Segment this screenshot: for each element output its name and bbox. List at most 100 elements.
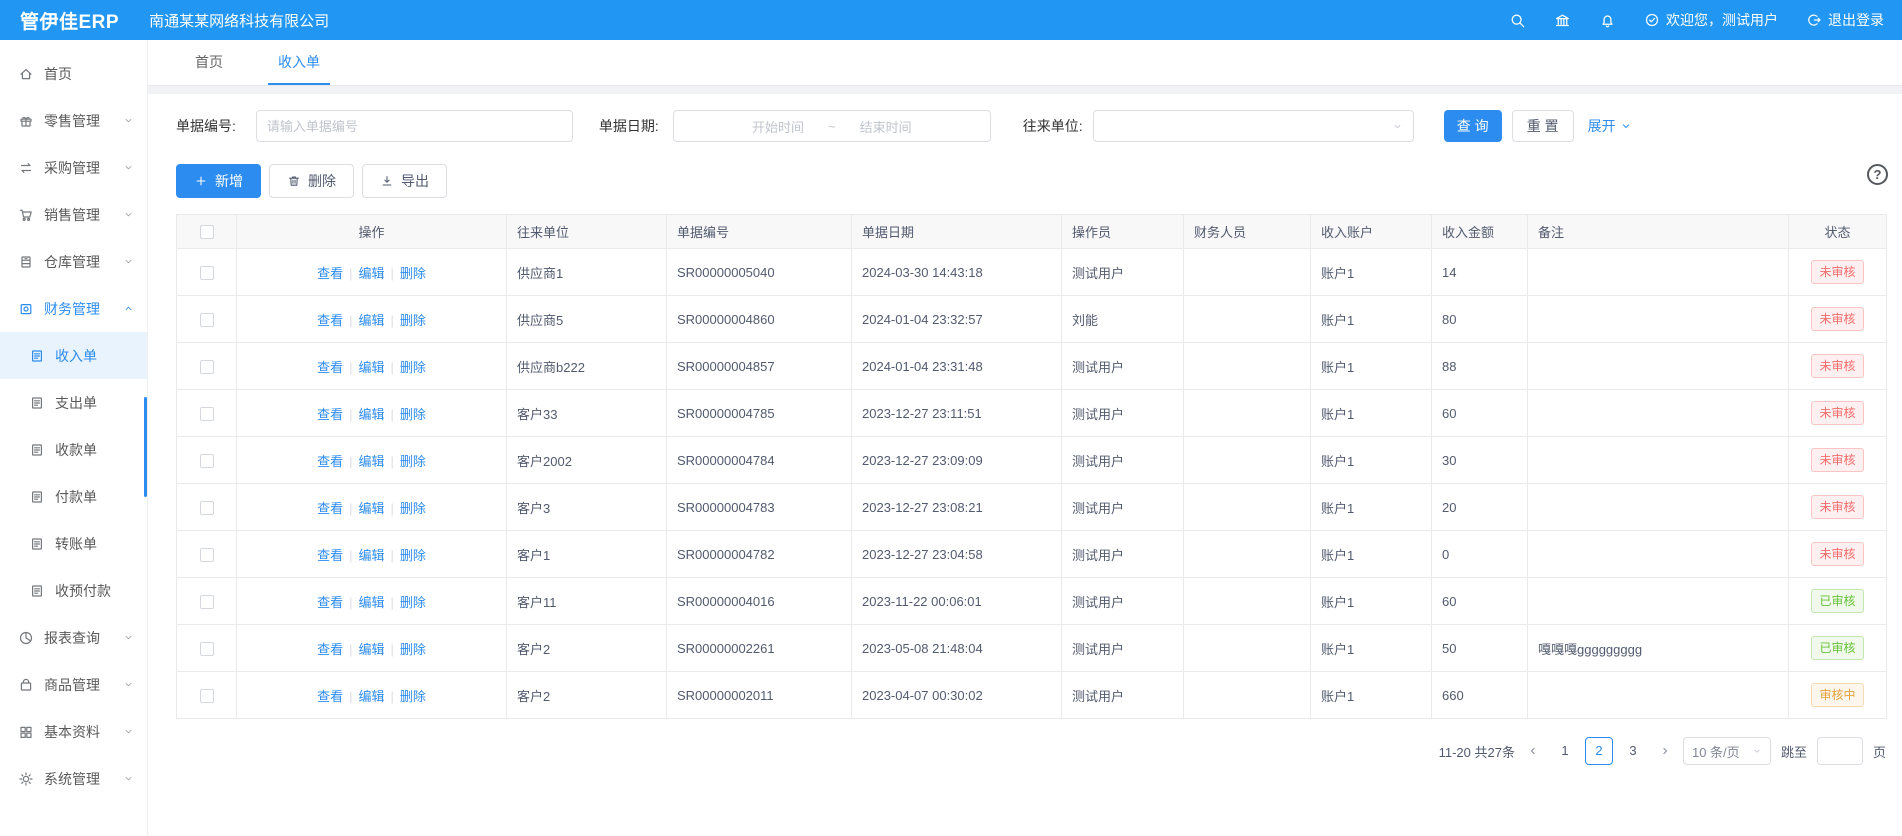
sidebar-item-basic-data[interactable]: 基本资料 xyxy=(0,708,147,755)
search-icon[interactable] xyxy=(1509,12,1526,29)
prev-page-icon[interactable] xyxy=(1525,745,1541,757)
sidebar-item-expense-bill[interactable]: 支出单 xyxy=(0,379,147,426)
tab-收入单[interactable]: 收入单 xyxy=(268,40,330,85)
sidebar-item-home[interactable]: 首页 xyxy=(0,50,147,97)
bell-icon[interactable] xyxy=(1599,12,1616,29)
table-row: 查看|编辑|删除供应商1SR000000050402024-03-30 14:4… xyxy=(177,249,1887,296)
view-link[interactable]: 查看 xyxy=(317,595,343,610)
column-header: 财务人员 xyxy=(1184,215,1311,249)
sidebar-item-reports[interactable]: 报表查询 xyxy=(0,614,147,661)
bank-icon[interactable] xyxy=(1554,12,1571,29)
view-link[interactable]: 查看 xyxy=(317,407,343,422)
date-range-picker[interactable]: 开始时间 ~ 结束时间 xyxy=(673,110,991,142)
edit-link[interactable]: 编辑 xyxy=(358,454,384,469)
partner-select[interactable] xyxy=(1093,110,1414,142)
delete-link[interactable]: 删除 xyxy=(400,642,426,657)
sidebar-item-retail[interactable]: 零售管理 xyxy=(0,97,147,144)
delete-link[interactable]: 删除 xyxy=(400,407,426,422)
sidebar-item-system[interactable]: 系统管理 xyxy=(0,755,147,802)
row-checkbox[interactable] xyxy=(200,595,214,609)
edit-link[interactable]: 编辑 xyxy=(358,266,384,281)
view-link[interactable]: 查看 xyxy=(317,266,343,281)
bill-no-label: 单据编号: xyxy=(176,116,236,136)
view-link[interactable]: 查看 xyxy=(317,360,343,375)
delete-link[interactable]: 删除 xyxy=(400,266,426,281)
next-page-icon[interactable] xyxy=(1657,745,1673,757)
view-link[interactable]: 查看 xyxy=(317,548,343,563)
view-link[interactable]: 查看 xyxy=(317,454,343,469)
home-icon xyxy=(18,66,34,82)
edit-link[interactable]: 编辑 xyxy=(358,360,384,375)
page-size-select[interactable]: 10 条/页 xyxy=(1683,737,1771,765)
delete-link[interactable]: 删除 xyxy=(400,501,426,516)
edit-link[interactable]: 编辑 xyxy=(358,642,384,657)
sales-icon xyxy=(18,207,34,223)
row-checkbox[interactable] xyxy=(200,360,214,374)
delete-button[interactable]: 删除 xyxy=(269,164,354,198)
export-button[interactable]: 导出 xyxy=(362,164,447,198)
report-icon xyxy=(18,630,34,646)
view-link[interactable]: 查看 xyxy=(317,501,343,516)
row-checkbox[interactable] xyxy=(200,501,214,515)
reset-button[interactable]: 重 置 xyxy=(1512,110,1574,142)
page-button-3[interactable]: 3 xyxy=(1619,737,1647,765)
row-checkbox[interactable] xyxy=(200,454,214,468)
delete-link[interactable]: 删除 xyxy=(400,595,426,610)
sidebar-scrollbar-thumb[interactable] xyxy=(144,397,147,497)
row-checkbox[interactable] xyxy=(200,689,214,703)
delete-link[interactable]: 删除 xyxy=(400,689,426,704)
view-link[interactable]: 查看 xyxy=(317,313,343,328)
edit-link[interactable]: 编辑 xyxy=(358,689,384,704)
sidebar-item-warehouse[interactable]: 仓库管理 xyxy=(0,238,147,285)
sidebar-item-goods[interactable]: 商品管理 xyxy=(0,661,147,708)
edit-link[interactable]: 编辑 xyxy=(358,313,384,328)
help-icon[interactable]: ? xyxy=(1867,164,1888,185)
sidebar-item-label: 仓库管理 xyxy=(44,252,100,272)
edit-link[interactable]: 编辑 xyxy=(358,548,384,563)
welcome-user[interactable]: 欢迎您，测试用户 xyxy=(1644,10,1778,30)
sidebar-item-payment-bill[interactable]: 付款单 xyxy=(0,473,147,520)
row-checkbox[interactable] xyxy=(200,266,214,280)
row-checkbox[interactable] xyxy=(200,642,214,656)
sidebar-item-transfer-bill[interactable]: 转账单 xyxy=(0,520,147,567)
page-button-2[interactable]: 2 xyxy=(1585,737,1613,765)
delete-link[interactable]: 删除 xyxy=(400,454,426,469)
sidebar-item-label: 系统管理 xyxy=(44,769,100,789)
edit-link[interactable]: 编辑 xyxy=(358,595,384,610)
row-checkbox[interactable] xyxy=(200,548,214,562)
logout-button[interactable]: 退出登录 xyxy=(1806,10,1884,30)
cell-amount: 60 xyxy=(1432,578,1528,625)
select-all-checkbox[interactable] xyxy=(200,225,214,239)
view-link[interactable]: 查看 xyxy=(317,642,343,657)
delete-link[interactable]: 删除 xyxy=(400,360,426,375)
edit-link[interactable]: 编辑 xyxy=(358,501,384,516)
bill-no-input[interactable] xyxy=(256,110,573,142)
sidebar-item-receipt-bill[interactable]: 收款单 xyxy=(0,426,147,473)
expand-link[interactable]: 展开 xyxy=(1588,116,1632,136)
row-checkbox[interactable] xyxy=(200,407,214,421)
row-checkbox[interactable] xyxy=(200,313,214,327)
cell-remark xyxy=(1528,531,1789,578)
delete-link[interactable]: 删除 xyxy=(400,548,426,563)
sidebar-item-finance[interactable]: 财务管理 xyxy=(0,285,147,332)
main-area: 首页收入单 单据编号: 单据日期: 开始时间 ~ 结束时间 往来单位: 查 询 … xyxy=(148,40,1902,836)
edit-link[interactable]: 编辑 xyxy=(358,407,384,422)
sidebar-item-income-bill[interactable]: 收入单 xyxy=(0,332,147,379)
sidebar-item-purchase[interactable]: 采购管理 xyxy=(0,144,147,191)
page-button-1[interactable]: 1 xyxy=(1551,737,1579,765)
sidebar-item-sales[interactable]: 销售管理 xyxy=(0,191,147,238)
sidebar-item-prepaid-bill[interactable]: 收预付款 xyxy=(0,567,147,614)
tab-首页[interactable]: 首页 xyxy=(185,40,233,85)
toolbar: 新增 删除 导出 xyxy=(148,142,1902,198)
cell-status: 未审核 xyxy=(1789,437,1887,484)
search-button[interactable]: 查 询 xyxy=(1444,110,1502,142)
status-badge: 未审核 xyxy=(1811,448,1863,472)
company-name: 南通某某网络科技有限公司 xyxy=(149,10,329,31)
delete-link[interactable]: 删除 xyxy=(400,313,426,328)
cell-amount: 14 xyxy=(1432,249,1528,296)
content-card: 单据编号: 单据日期: 开始时间 ~ 结束时间 往来单位: 查 询 重 置 展开 xyxy=(148,94,1902,836)
cell-partner: 客户3 xyxy=(507,484,667,531)
view-link[interactable]: 查看 xyxy=(317,689,343,704)
jump-page-input[interactable] xyxy=(1817,737,1863,765)
add-button[interactable]: 新增 xyxy=(176,164,261,198)
